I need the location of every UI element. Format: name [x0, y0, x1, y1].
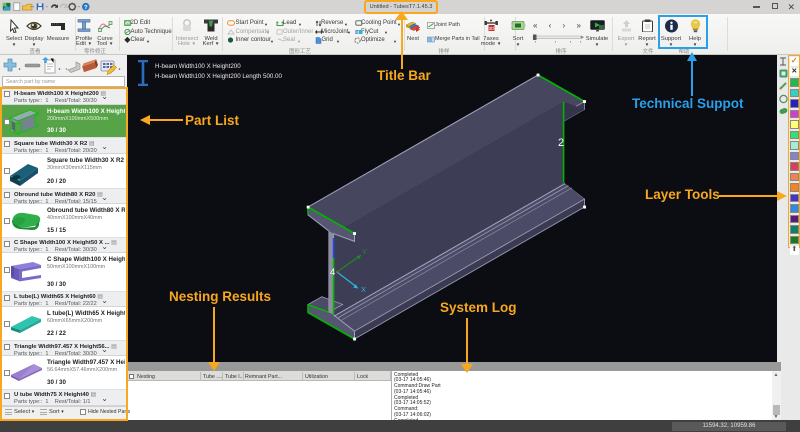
svg-text:Y: Y: [362, 247, 367, 256]
svg-text:⊞: ⊞: [356, 29, 359, 34]
svg-text:3D: 3D: [489, 26, 496, 31]
svg-text:?: ?: [84, 5, 88, 11]
svg-text:X: X: [361, 285, 366, 294]
svg-text:2: 2: [558, 137, 564, 149]
svg-text:4: 4: [330, 267, 335, 278]
